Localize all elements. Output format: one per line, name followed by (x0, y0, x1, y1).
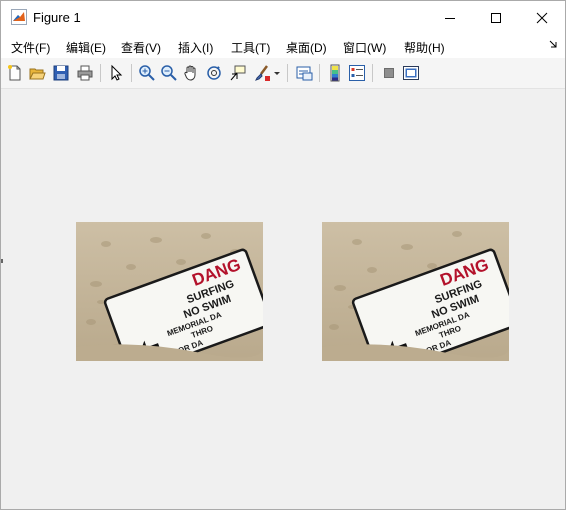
minimize-icon (445, 17, 455, 19)
close-icon (536, 12, 548, 23)
maximize-button[interactable] (473, 1, 519, 34)
menu-overflow-icon[interactable] (549, 40, 557, 48)
maximize-icon (491, 12, 501, 23)
figure-window: Figure 1 文件(F) 编辑(E) 查看(V) 插入(I) 工具(T) 桌… (0, 0, 566, 510)
image-axes-left[interactable]: DANG SURFING NO SWIM MEMORIAL DA THRO LA… (76, 222, 263, 361)
menu-insert[interactable]: 插入(I) (178, 39, 213, 56)
menu-edit[interactable]: 编辑(E) (66, 39, 106, 56)
brush-dropdown-icon[interactable] (273, 64, 281, 82)
toolbar-separator (287, 64, 288, 82)
close-button[interactable] (519, 1, 565, 34)
hide-plot-tools-icon[interactable] (380, 64, 398, 82)
zoom-in-icon[interactable] (138, 64, 156, 82)
figure-canvas: DANG SURFING NO SWIM MEMORIAL DA THRO LA… (1, 89, 565, 509)
pointer-icon[interactable] (107, 64, 125, 82)
beach-sign-image-left: DANG SURFING NO SWIM MEMORIAL DA THRO LA… (76, 222, 263, 361)
insert-legend-icon[interactable] (348, 64, 366, 82)
data-cursor-icon[interactable] (229, 64, 247, 82)
matlab-icon (11, 9, 27, 25)
link-plot-icon[interactable] (295, 64, 313, 82)
insert-colorbar-icon[interactable] (326, 64, 344, 82)
toolbar-separator (100, 64, 101, 82)
toolbar-separator (372, 64, 373, 82)
zoom-out-icon[interactable] (160, 64, 178, 82)
brush-icon[interactable] (253, 64, 271, 82)
toolbar-separator (319, 64, 320, 82)
window-title: Figure 1 (33, 10, 81, 25)
menu-bar: 文件(F) 编辑(E) 查看(V) 插入(I) 工具(T) 桌面(D) 窗口(W… (1, 34, 565, 58)
toolbar-separator (131, 64, 132, 82)
menu-view[interactable]: 查看(V) (121, 39, 161, 56)
menu-help[interactable]: 帮助(H) (404, 39, 445, 56)
print-icon[interactable] (76, 64, 94, 82)
rotate-3d-icon[interactable] (205, 64, 223, 82)
show-plot-tools-icon[interactable] (402, 64, 420, 82)
new-figure-icon[interactable] (6, 64, 24, 82)
menu-desktop[interactable]: 桌面(D) (286, 39, 327, 56)
menu-tools[interactable]: 工具(T) (231, 39, 270, 56)
image-axes-right[interactable]: DANG SURFING NO SWIM MEMORIAL DA THRO LA… (322, 222, 509, 361)
menu-file[interactable]: 文件(F) (11, 39, 50, 56)
title-bar: Figure 1 (1, 1, 565, 34)
minimize-button[interactable] (427, 1, 473, 34)
save-icon[interactable] (52, 64, 70, 82)
open-file-icon[interactable] (28, 64, 46, 82)
beach-sign-image-right: DANG SURFING NO SWIM MEMORIAL DA THRO LA… (322, 222, 509, 361)
pan-hand-icon[interactable] (182, 64, 200, 82)
figure-toolbar (1, 58, 565, 89)
edge-mark (1, 259, 3, 263)
menu-window[interactable]: 窗口(W) (343, 39, 386, 56)
